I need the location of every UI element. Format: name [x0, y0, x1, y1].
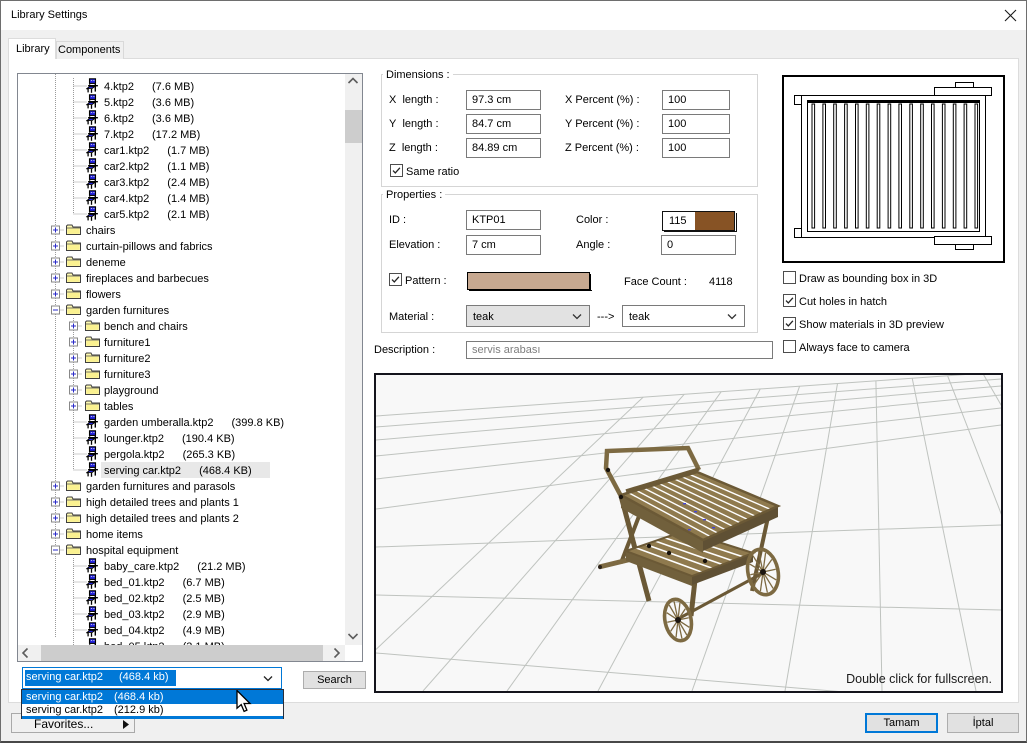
svg-text:hospital equipment: hospital equipment	[86, 545, 178, 557]
svg-text:high detailed trees and plants: high detailed trees and plants 2	[86, 513, 239, 525]
svg-text:garden furnitures and parasols: garden furnitures and parasols	[86, 481, 236, 493]
svg-text:furniture2: furniture2	[104, 353, 150, 365]
svg-text:(2.5 MB): (2.5 MB)	[183, 593, 225, 605]
svg-text:bed_04.ktp2: bed_04.ktp2	[104, 625, 165, 637]
svg-text:(2.4 MB): (2.4 MB)	[167, 177, 209, 189]
svg-text:car5.ktp2: car5.ktp2	[104, 209, 149, 221]
svg-text:chairs: chairs	[86, 225, 116, 237]
svg-text:(1.1 MB): (1.1 MB)	[167, 161, 209, 173]
svg-text:serving car.ktp2: serving car.ktp2	[104, 465, 181, 477]
svg-text:lounger.ktp2: lounger.ktp2	[104, 433, 164, 445]
svg-text:car2.ktp2: car2.ktp2	[104, 161, 149, 173]
svg-text:car1.ktp2: car1.ktp2	[104, 145, 149, 157]
svg-text:furniture3: furniture3	[104, 369, 150, 381]
svg-text:garden umberalla.ktp2: garden umberalla.ktp2	[104, 417, 213, 429]
svg-text:5.ktp2: 5.ktp2	[104, 97, 134, 109]
svg-text:4.ktp2: 4.ktp2	[104, 81, 134, 93]
svg-text:home items: home items	[86, 529, 143, 541]
svg-text:(4.9 MB): (4.9 MB)	[183, 625, 225, 637]
svg-text:bed_01.ktp2: bed_01.ktp2	[104, 577, 165, 589]
svg-text:car4.ktp2: car4.ktp2	[104, 193, 149, 205]
svg-text:(1.4 MB): (1.4 MB)	[167, 193, 209, 205]
svg-text:playground: playground	[104, 385, 158, 397]
svg-text:car3.ktp2: car3.ktp2	[104, 177, 149, 189]
svg-text:deneme: deneme	[86, 257, 126, 269]
svg-text:flowers: flowers	[86, 289, 121, 301]
svg-text:bed_02.ktp2: bed_02.ktp2	[104, 593, 165, 605]
svg-text:Double click for fullscreen.: Double click for fullscreen.	[846, 672, 992, 686]
svg-text:(468.4 KB): (468.4 KB)	[199, 465, 252, 477]
svg-text:(17.2 MB): (17.2 MB)	[152, 129, 200, 141]
svg-text:(1.7 MB): (1.7 MB)	[167, 145, 209, 157]
svg-text:(21.2 MB): (21.2 MB)	[197, 561, 245, 573]
svg-text:high detailed trees and plants: high detailed trees and plants 1	[86, 497, 239, 509]
svg-text:(7.6 MB): (7.6 MB)	[152, 81, 194, 93]
svg-text:bed_03.ktp2: bed_03.ktp2	[104, 609, 165, 621]
svg-text:(3.6 MB): (3.6 MB)	[152, 97, 194, 109]
svg-text:7.ktp2: 7.ktp2	[104, 129, 134, 141]
svg-text:(6.7 MB): (6.7 MB)	[183, 577, 225, 589]
svg-text:garden furnitures: garden furnitures	[86, 305, 170, 317]
svg-text:(399.8 KB): (399.8 KB)	[232, 417, 285, 429]
svg-text:baby_care.ktp2: baby_care.ktp2	[104, 561, 179, 573]
svg-text:curtain-pillows and fabrics: curtain-pillows and fabrics	[86, 241, 213, 253]
svg-text:(3.6 MB): (3.6 MB)	[152, 113, 194, 125]
svg-text:pergola.ktp2: pergola.ktp2	[104, 449, 165, 461]
svg-text:6.ktp2: 6.ktp2	[104, 113, 134, 125]
svg-text:tables: tables	[104, 401, 134, 413]
svg-text:furniture1: furniture1	[104, 337, 150, 349]
svg-text:(2.1 MB): (2.1 MB)	[167, 209, 209, 221]
svg-text:(190.4 KB): (190.4 KB)	[182, 433, 235, 445]
svg-text:bench and chairs: bench and chairs	[104, 321, 188, 333]
svg-text:(2.9 MB): (2.9 MB)	[183, 609, 225, 621]
svg-text:fireplaces and barbecues: fireplaces and barbecues	[86, 273, 209, 285]
svg-text:(265.3 KB): (265.3 KB)	[183, 449, 236, 461]
